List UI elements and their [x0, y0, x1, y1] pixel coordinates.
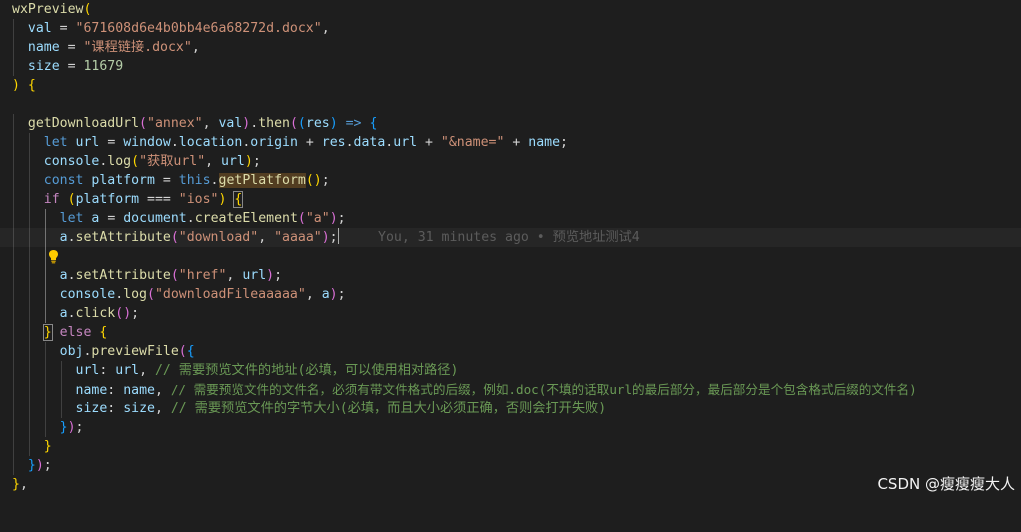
code-line: a.setAttribute("href", url); — [59, 268, 283, 283]
token-variable: val — [27, 21, 52, 36]
code-line: getDownloadUrl("annex", val).then((res) … — [27, 116, 378, 131]
token-function: then — [258, 116, 290, 131]
code-line: size = 11679 — [27, 59, 124, 74]
token-string: "a" — [305, 211, 330, 226]
code-line: if (platform === "ios") { — [43, 191, 244, 208]
token-variable: size — [123, 401, 155, 416]
token-number: 11679 — [83, 59, 124, 74]
code-line-current: a.setAttribute("download", "aaaa"); You,… — [0, 228, 1021, 264]
token-variable: a — [321, 287, 330, 302]
token-keyword: let — [43, 135, 68, 150]
token-bracket: ) — [12, 78, 20, 93]
code-editor[interactable]: wxPreview( val = "671608d6e4b0bb4e6a6827… — [0, 0, 1021, 502]
token-keyword: this — [178, 173, 211, 188]
token-variable: platform — [91, 173, 155, 188]
token-bracket: { — [27, 78, 36, 93]
token-keyword: else — [59, 325, 92, 340]
token-function: createElement — [194, 211, 298, 226]
code-line: }); — [27, 458, 52, 473]
watermark: CSDN @瘦瘦瘦大人 — [877, 475, 1015, 493]
code-line: let url = window.location.origin + res.d… — [43, 135, 568, 150]
token-variable: url — [242, 268, 267, 283]
token-variable: document — [123, 211, 187, 226]
token-variable: location — [178, 135, 243, 150]
code-line: ) { — [0, 76, 1021, 95]
token-bracket: ( — [83, 2, 92, 17]
token-variable: console — [43, 154, 100, 169]
code-line: name = "课程链接.docx", — [27, 40, 200, 55]
code-line: let a = document.createElement("a"); — [59, 211, 346, 226]
token-property: url — [75, 363, 100, 378]
token-keyword: if — [43, 192, 60, 207]
code-line: name: name, // 需要预览文件的文件名，必须有带文件格式的后缀，例如… — [75, 382, 917, 398]
code-line: } else { — [42, 324, 108, 341]
token-variable: url — [115, 363, 140, 378]
token-variable: origin — [250, 135, 298, 150]
token-string: "downloadFileaaaaa" — [154, 287, 306, 302]
code-line: a.click(); — [59, 306, 140, 321]
lightbulb-icon[interactable] — [0, 230, 58, 264]
token-property: name — [75, 383, 108, 398]
token-variable: url — [75, 135, 100, 150]
token-variable: name — [27, 40, 60, 55]
code-line: size: size, // 需要预览文件的字节大小(必填，而且大小必须正确，否… — [75, 401, 607, 416]
token-string: "download" — [178, 230, 259, 245]
token-property: size — [75, 401, 108, 416]
token-function: getDownloadUrl — [27, 116, 140, 131]
token-function: setAttribute — [75, 268, 171, 283]
code-line: console.log("downloadFileaaaaa", a); — [59, 287, 346, 302]
token-string: "annex" — [147, 116, 203, 131]
text-cursor — [337, 228, 339, 244]
code-line: console.log("获取url", url); — [43, 154, 261, 169]
token-variable: data — [353, 135, 386, 150]
token-string: "&name=" — [440, 135, 505, 150]
token-function: log — [107, 154, 132, 169]
token-variable: name — [528, 135, 561, 150]
token-variable: a — [59, 306, 68, 321]
token-string: "href" — [178, 268, 227, 283]
token-function: click — [75, 306, 116, 321]
token-comment: // 需要预览文件的文件名，必须有带文件格式的后缀，例如.doc(不填的话取ur… — [170, 382, 917, 397]
token-string: "课程链接.docx" — [83, 40, 192, 55]
code-line: const platform = this.getPlatform(); — [43, 173, 330, 188]
token-variable: res — [321, 135, 346, 150]
code-line: } — [43, 439, 52, 454]
code-line: obj.previewFile({ — [59, 344, 195, 359]
token-variable: val — [218, 116, 243, 131]
token-variable: res — [305, 116, 330, 131]
token-string: "ios" — [178, 192, 219, 207]
token-variable: a — [59, 268, 68, 283]
token-comment: // 需要预览文件的地址(必填，可以使用相对路径) — [154, 363, 459, 378]
token-string: "671608d6e4b0bb4e6a68272d.docx" — [75, 21, 322, 36]
token-variable: window — [123, 135, 171, 150]
code-line: val = "671608d6e4b0bb4e6a68272d.docx", — [27, 21, 330, 36]
code-line: wxPreview( — [0, 0, 1021, 19]
token-string: "获取url" — [139, 154, 206, 169]
token-string: "aaaa" — [274, 230, 322, 245]
token-variable: a — [59, 230, 68, 245]
token-variable: console — [59, 287, 116, 302]
code-line: }); — [59, 420, 84, 435]
git-blame-annotation: You, 31 minutes ago • 预览地址测试4 — [378, 230, 640, 245]
token-variable: name — [123, 383, 155, 398]
token-variable: platform — [75, 192, 140, 207]
token-keyword: let — [59, 211, 84, 226]
code-line: }, — [12, 477, 28, 492]
token-comment: // 需要预览文件的字节大小(必填，而且大小必须正确，否则会打开失败) — [170, 401, 607, 416]
token-variable: size — [27, 59, 60, 74]
token-function: setAttribute — [75, 230, 171, 245]
token-function: log — [123, 287, 147, 302]
token-function: previewFile — [91, 344, 179, 359]
token-keyword: const — [43, 173, 84, 188]
token-variable: obj — [59, 344, 84, 359]
code-line: url: url, // 需要预览文件的地址(必填，可以使用相对路径) — [75, 363, 459, 378]
token-function: getPlatform — [218, 173, 306, 188]
token-variable: url — [221, 154, 245, 169]
token-variable: url — [393, 135, 418, 150]
token-function: wxPreview — [12, 2, 84, 17]
